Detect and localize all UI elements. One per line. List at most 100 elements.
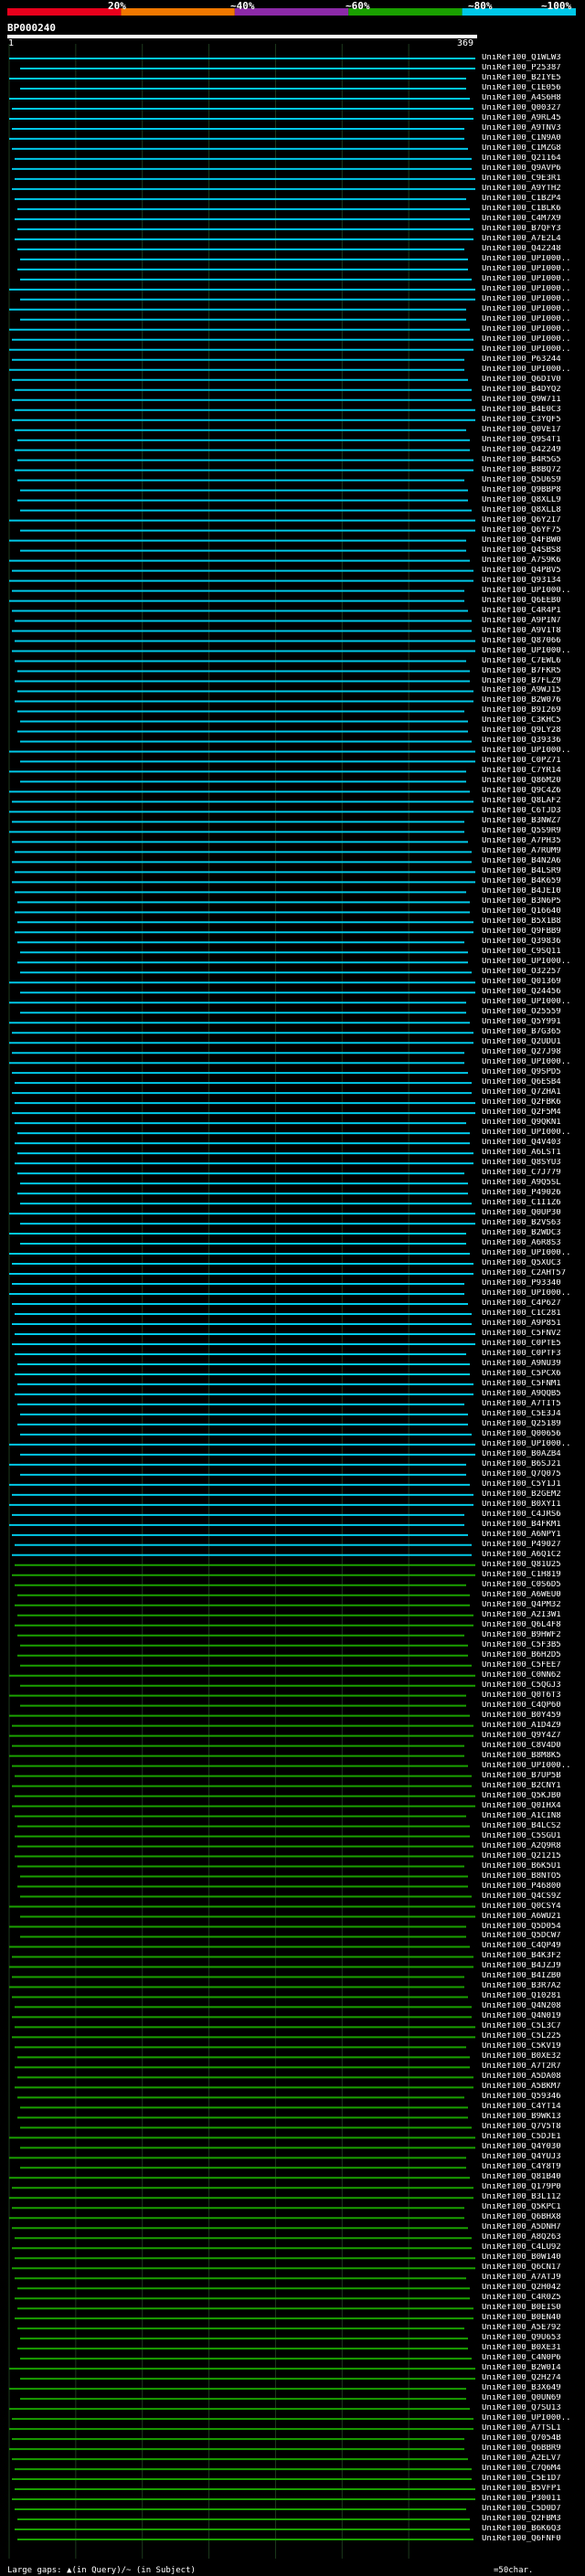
hit-label[interactable]: UniRef100_UPI000.. <box>482 587 584 595</box>
hit-label[interactable]: UniRef100_Q01369 <box>482 978 584 986</box>
hit-label[interactable]: UniRef100_Q59346 <box>482 2093 584 2101</box>
hit-label[interactable]: UniRef100_Q0UN69 <box>482 2394 584 2402</box>
hit-label[interactable]: UniRef100_A9YTH2 <box>482 185 584 193</box>
hit-label[interactable]: UniRef100_C5Y1J1 <box>482 1480 584 1489</box>
hit-label[interactable]: UniRef100_C4JRS6 <box>482 1511 584 1519</box>
hit-label[interactable]: UniRef100_B3NWZ7 <box>482 817 584 825</box>
hit-label[interactable]: UniRef100_C4R0Z5 <box>482 2294 584 2302</box>
hit-label[interactable]: UniRef100_Q93134 <box>482 577 584 585</box>
hit-label[interactable]: UniRef100_A6Q1C2 <box>482 1551 584 1559</box>
hit-label[interactable]: UniRef100_Q0UP30 <box>482 1209 584 1217</box>
hit-label[interactable]: UniRef100_B3N6P5 <box>482 897 584 906</box>
hit-label[interactable]: UniRef100_Q179P0 <box>482 2183 584 2191</box>
hit-label[interactable]: UniRef100_A9QQB5 <box>482 1390 584 1398</box>
hit-label[interactable]: UniRef100_Q2FBK6 <box>482 1098 584 1107</box>
hit-label[interactable]: UniRef100_UPI000.. <box>482 325 584 334</box>
hit-label[interactable]: UniRef100_B0XYI1 <box>482 1500 584 1509</box>
hit-label[interactable]: UniRef100_Q6YF75 <box>482 526 584 535</box>
hit-label[interactable]: UniRef100_C4YT14 <box>482 2103 584 2111</box>
hit-label[interactable]: UniRef100_B4LSR9 <box>482 867 584 875</box>
hit-label[interactable]: UniRef100_B0Y459 <box>482 1712 584 1720</box>
hit-label[interactable]: UniRef100_Q6CN17 <box>482 2263 584 2272</box>
hit-label[interactable]: UniRef100_B4R5G5 <box>482 456 584 464</box>
hit-label[interactable]: UniRef100_B3X649 <box>482 2384 584 2392</box>
hit-label[interactable]: UniRef100_B5VFP1 <box>482 2485 584 2493</box>
hit-label[interactable]: UniRef100_A9NU39 <box>482 1360 584 1368</box>
hit-label[interactable]: UniRef100_Q25189 <box>482 1420 584 1428</box>
hit-label[interactable]: UniRef100_Q9U653 <box>482 2334 584 2342</box>
hit-label[interactable]: UniRef100_Q5U6S9 <box>482 476 584 484</box>
hit-label[interactable]: UniRef100_C1MZG8 <box>482 144 584 153</box>
hit-label[interactable]: UniRef100_Q5D054 <box>482 1923 584 1931</box>
hit-label[interactable]: UniRef100_B7QFY3 <box>482 225 584 233</box>
hit-label[interactable]: UniRef100_UPI000.. <box>482 998 584 1006</box>
hit-label[interactable]: UniRef100_Q5Y991 <box>482 1018 584 1026</box>
hit-label[interactable]: UniRef100_Q0IHX4 <box>482 1802 584 1810</box>
hit-label[interactable]: UniRef100_Q9W711 <box>482 396 584 404</box>
hit-label[interactable]: UniRef100_B9WK13 <box>482 2113 584 2121</box>
hit-label[interactable]: UniRef100_B8BQ72 <box>482 466 584 474</box>
hit-label[interactable]: UniRef100_A7S9K6 <box>482 557 584 565</box>
hit-label[interactable]: UniRef100_B5X1B8 <box>482 917 584 926</box>
hit-label[interactable]: UniRef100_C7Q6M4 <box>482 2465 584 2473</box>
hit-label[interactable]: UniRef100_B6SJ21 <box>482 1460 584 1468</box>
hit-label[interactable]: UniRef100_Q10281 <box>482 1992 584 2000</box>
hit-label[interactable]: UniRef100_Q9QKN1 <box>482 1118 584 1127</box>
hit-label[interactable]: UniRef100_Q16640 <box>482 907 584 916</box>
hit-label[interactable]: UniRef100_B7FKR5 <box>482 667 584 675</box>
hit-label[interactable]: UniRef100_B9I269 <box>482 706 584 715</box>
hit-label[interactable]: UniRef100_A7E2L4 <box>482 235 584 243</box>
hit-label[interactable]: UniRef100_Q9SPD5 <box>482 1068 584 1076</box>
hit-label[interactable]: UniRef100_Q0T6T3 <box>482 1691 584 1700</box>
hit-label[interactable]: UniRef100_B2WDC3 <box>482 1229 584 1237</box>
hit-label[interactable]: UniRef100_UPI000.. <box>482 958 584 966</box>
hit-label[interactable]: UniRef100_B0AZB4 <box>482 1450 584 1458</box>
hit-label[interactable]: UniRef100_C5L225 <box>482 2032 584 2041</box>
hit-label[interactable]: UniRef100_C5SGU1 <box>482 1832 584 1840</box>
hit-label[interactable]: UniRef100_B2W076 <box>482 696 584 705</box>
hit-label[interactable]: UniRef100_UPI000.. <box>482 1129 584 1137</box>
hit-label[interactable]: UniRef100_B0EIS0 <box>482 2304 584 2312</box>
hit-label[interactable]: UniRef100_B7UP5B <box>482 1772 584 1780</box>
hit-label[interactable]: UniRef100_UPI000.. <box>482 265 584 273</box>
hit-label[interactable]: UniRef100_C1BLK6 <box>482 205 584 213</box>
hit-label[interactable]: UniRef100_A5E792 <box>482 2324 584 2332</box>
hit-label[interactable]: UniRef100_P93340 <box>482 1279 584 1288</box>
hit-label[interactable]: UniRef100_Q0VE17 <box>482 426 584 434</box>
hit-label[interactable]: UniRef100_C8V4D0 <box>482 1742 584 1750</box>
hit-label[interactable]: UniRef100_B4DYQ2 <box>482 386 584 394</box>
hit-label[interactable]: UniRef100_P25387 <box>482 64 584 72</box>
hit-label[interactable]: UniRef100_Q2UDU1 <box>482 1038 584 1046</box>
hit-label[interactable]: UniRef100_Q6BHX8 <box>482 2213 584 2221</box>
hit-label[interactable]: UniRef100_C0S6D5 <box>482 1581 584 1589</box>
hit-label[interactable]: UniRef100_C5DJE1 <box>482 2133 584 2141</box>
hit-label[interactable]: UniRef100_B6K5U1 <box>482 1862 584 1871</box>
hit-label[interactable]: UniRef100_Q2H274 <box>482 2374 584 2382</box>
hit-label[interactable]: UniRef100_C1H819 <box>482 1571 584 1579</box>
hit-label[interactable]: UniRef100_B2IYE5 <box>482 74 584 82</box>
hit-label[interactable]: UniRef100_Q24456 <box>482 988 584 996</box>
hit-label[interactable]: UniRef100_B2GEM2 <box>482 1490 584 1499</box>
hit-label[interactable]: UniRef100_C5FNV2 <box>482 1330 584 1338</box>
hit-label[interactable]: UniRef100_C1N9A0 <box>482 134 584 143</box>
hit-label[interactable]: UniRef100_Q4V403 <box>482 1139 584 1147</box>
hit-label[interactable]: UniRef100_C4R4P1 <box>482 607 584 615</box>
hit-label[interactable]: UniRef100_UPI000.. <box>482 1058 584 1066</box>
hit-label[interactable]: UniRef100_B9HWF2 <box>482 1631 584 1639</box>
hit-label[interactable]: UniRef100_UPI000.. <box>482 2414 584 2422</box>
hit-label[interactable]: UniRef100_C4Y8T9 <box>482 2163 584 2171</box>
hit-label[interactable]: UniRef100_C5E3J4 <box>482 1410 584 1418</box>
hit-label[interactable]: UniRef100_Q87066 <box>482 637 584 645</box>
hit-label[interactable]: UniRef100_Q8XLL9 <box>482 496 584 504</box>
hit-label[interactable]: UniRef100_B4IZB0 <box>482 1972 584 1980</box>
hit-label[interactable]: UniRef100_A9V1T8 <box>482 627 584 635</box>
hit-label[interactable]: UniRef100_P30011 <box>482 2495 584 2503</box>
hit-label[interactable]: UniRef100_B4K659 <box>482 877 584 885</box>
hit-label[interactable]: UniRef100_Q4PBV5 <box>482 567 584 575</box>
hit-label[interactable]: UniRef100_C5FEE7 <box>482 1661 584 1670</box>
hit-label[interactable]: UniRef100_B0XE32 <box>482 2052 584 2061</box>
hit-label[interactable]: UniRef100_Q8SYU3 <box>482 1159 584 1167</box>
hit-label[interactable]: UniRef100_B8NTO5 <box>482 1872 584 1881</box>
hit-label[interactable]: UniRef100_C0PZ71 <box>482 757 584 765</box>
hit-label[interactable]: UniRef100_Q6EEB0 <box>482 597 584 605</box>
